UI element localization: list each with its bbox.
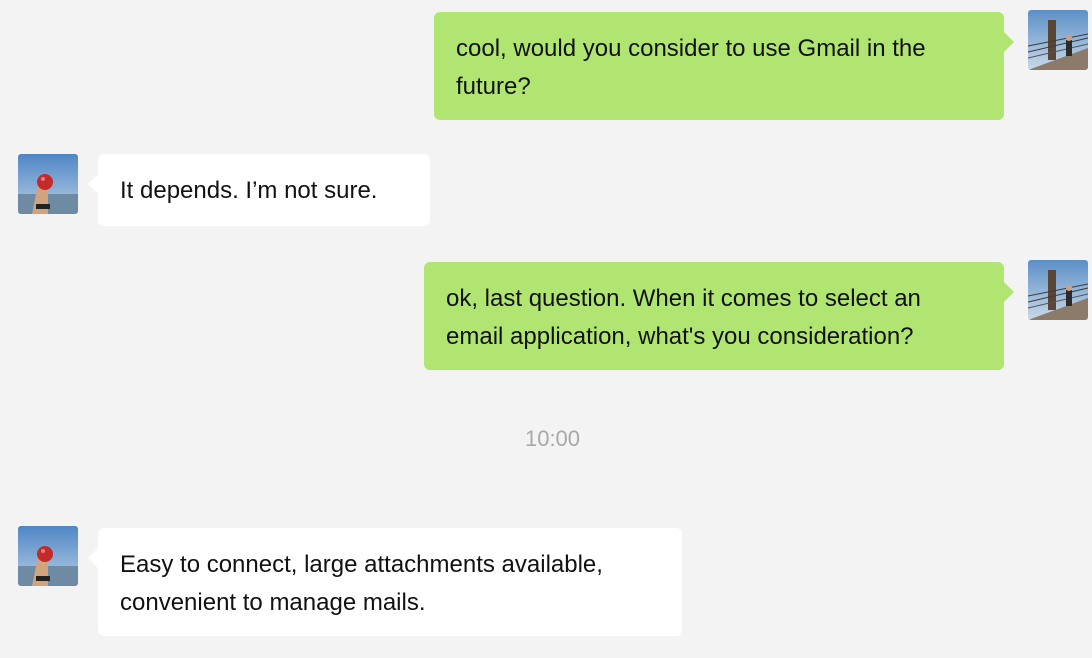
message-text: It depends. I’m not sure.: [120, 177, 378, 204]
contact-avatar-icon[interactable]: [18, 526, 78, 586]
message-text: Easy to connect, large attachments avail…: [120, 551, 603, 616]
contact-avatar-icon[interactable]: [18, 154, 78, 214]
message-text: ok, last question. When it comes to sele…: [446, 285, 921, 350]
message-text: cool, would you consider to use Gmail in…: [456, 35, 926, 100]
message-timestamp: 10:00: [524, 426, 581, 451]
message-bubble-outgoing[interactable]: ok, last question. When it comes to sele…: [424, 262, 1014, 370]
my-avatar-icon[interactable]: [1028, 10, 1088, 70]
message-bubble-incoming[interactable]: Easy to connect, large attachments avail…: [88, 528, 682, 636]
my-avatar-icon[interactable]: [1028, 260, 1088, 320]
message-bubble-incoming[interactable]: It depends. I’m not sure.: [88, 154, 430, 226]
message-bubble-outgoing[interactable]: cool, would you consider to use Gmail in…: [434, 12, 1014, 120]
